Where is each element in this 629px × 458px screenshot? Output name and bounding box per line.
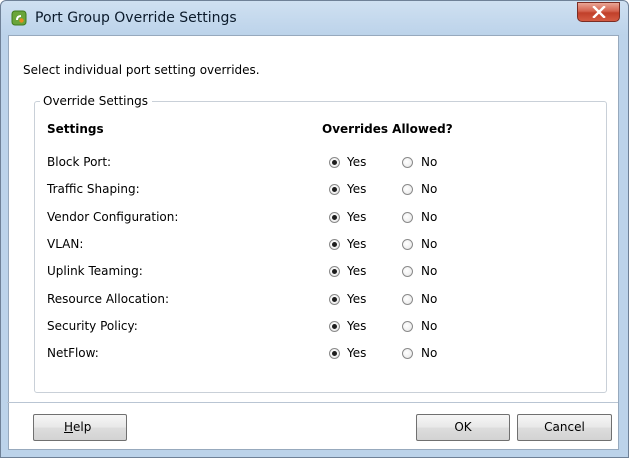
yes-radio[interactable] — [329, 184, 340, 195]
no-radio-label[interactable]: No — [421, 264, 437, 278]
yes-radio[interactable] — [329, 321, 340, 332]
group-legend: Override Settings — [40, 94, 152, 108]
dialog-title: Port Group Override Settings — [35, 10, 237, 26]
vsphere-icon — [11, 10, 27, 26]
close-icon — [592, 6, 606, 18]
no-radio[interactable] — [402, 184, 413, 195]
yes-radio-label[interactable]: Yes — [347, 319, 366, 333]
close-button[interactable] — [577, 2, 620, 22]
yes-radio[interactable] — [329, 294, 340, 305]
yes-radio[interactable] — [329, 157, 340, 168]
help-button[interactable]: Help — [33, 414, 127, 441]
setting-label: Security Policy: — [47, 319, 138, 333]
settings-column-header: Settings — [47, 122, 104, 136]
setting-label: VLAN: — [47, 237, 84, 251]
overrides-column-header: Overrides Allowed? — [322, 122, 453, 136]
ok-button[interactable]: OK — [416, 414, 510, 441]
setting-label: Block Port: — [47, 155, 112, 169]
yes-radio[interactable] — [329, 239, 340, 250]
no-radio-label[interactable]: No — [421, 346, 437, 360]
no-radio-label[interactable]: No — [421, 155, 437, 169]
override-settings-group — [34, 101, 607, 393]
setting-label: Traffic Shaping: — [47, 182, 140, 196]
no-radio[interactable] — [402, 212, 413, 223]
no-radio[interactable] — [402, 266, 413, 277]
help-mnemonic: H — [64, 420, 74, 434]
no-radio-label[interactable]: No — [421, 237, 437, 251]
no-radio-label[interactable]: No — [421, 210, 437, 224]
setting-label: Uplink Teaming: — [47, 264, 143, 278]
setting-label: Resource Allocation: — [47, 292, 170, 306]
title-bar[interactable]: Port Group Override Settings — [1, 1, 628, 35]
no-radio[interactable] — [402, 348, 413, 359]
help-label: elp — [73, 420, 92, 434]
yes-radio-label[interactable]: Yes — [347, 292, 366, 306]
yes-radio-label[interactable]: Yes — [347, 264, 366, 278]
yes-radio-label[interactable]: Yes — [347, 182, 366, 196]
setting-label: Vendor Configuration: — [47, 210, 179, 224]
yes-radio[interactable] — [329, 212, 340, 223]
yes-radio-label[interactable]: Yes — [347, 155, 366, 169]
no-radio-label[interactable]: No — [421, 319, 437, 333]
no-radio[interactable] — [402, 157, 413, 168]
yes-radio-label[interactable]: Yes — [347, 346, 366, 360]
no-radio[interactable] — [402, 294, 413, 305]
yes-radio-label[interactable]: Yes — [347, 237, 366, 251]
no-radio-label[interactable]: No — [421, 182, 437, 196]
yes-radio[interactable] — [329, 266, 340, 277]
no-radio[interactable] — [402, 239, 413, 250]
setting-label: NetFlow: — [47, 346, 99, 360]
cancel-button[interactable]: Cancel — [517, 414, 612, 441]
no-radio[interactable] — [402, 321, 413, 332]
button-separator — [7, 402, 618, 403]
no-radio-label[interactable]: No — [421, 292, 437, 306]
yes-radio-label[interactable]: Yes — [347, 210, 366, 224]
instruction-text: Select individual port setting overrides… — [23, 63, 260, 77]
yes-radio[interactable] — [329, 348, 340, 359]
